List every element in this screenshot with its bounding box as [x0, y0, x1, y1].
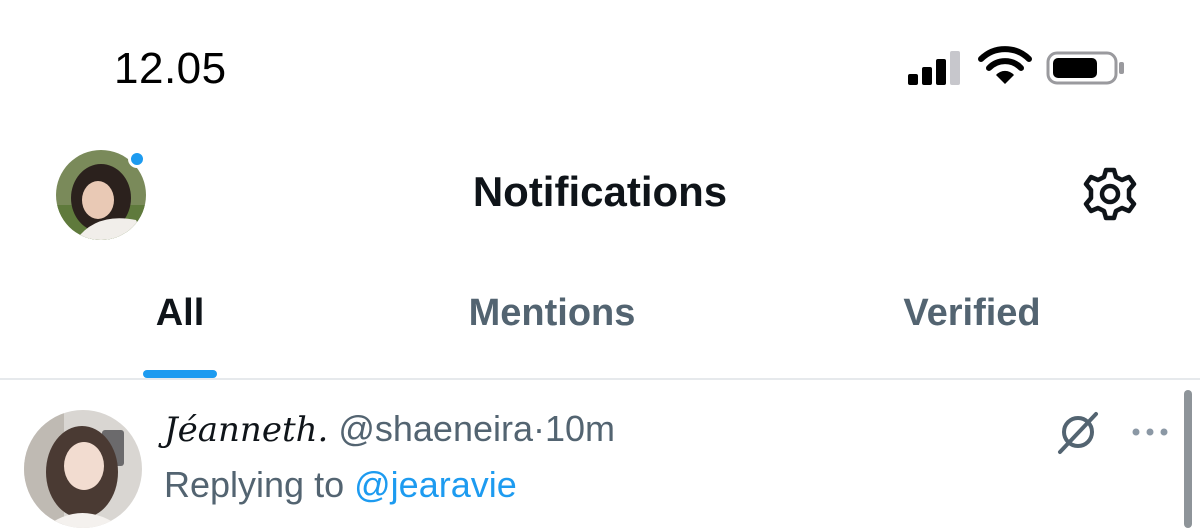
mention-link[interactable]: @jearavie: [354, 464, 517, 505]
scrollbar[interactable]: [1184, 390, 1192, 528]
tab-verified[interactable]: Verified: [862, 292, 1082, 335]
author-avatar[interactable]: [24, 410, 142, 528]
notification-header: Jéanneth. @shaeneira·10m: [164, 408, 615, 450]
page-title: Notifications: [472, 168, 728, 215]
unread-dot: [128, 150, 146, 168]
separator-dot: ·: [533, 408, 545, 449]
replying-prefix: Replying to: [164, 464, 345, 505]
wifi-icon: [978, 46, 1032, 84]
tab-mentions[interactable]: Mentions: [430, 292, 674, 335]
timestamp: 10m: [545, 408, 616, 449]
tabs-divider: [0, 378, 1200, 380]
replying-to-line: Replying to @jearavie: [164, 464, 517, 506]
tab-all[interactable]: All: [130, 292, 230, 335]
user-handle[interactable]: @shaeneira: [338, 408, 533, 449]
display-name[interactable]: Jéanneth.: [164, 410, 328, 450]
battery-icon: [1046, 51, 1124, 85]
gear-icon[interactable]: [1080, 164, 1140, 224]
signal-icon: [908, 51, 960, 85]
active-tab-indicator: [143, 370, 217, 378]
status-time: 12.05: [114, 44, 227, 93]
more-icon[interactable]: [1130, 426, 1170, 438]
grok-icon[interactable]: [1054, 408, 1102, 456]
